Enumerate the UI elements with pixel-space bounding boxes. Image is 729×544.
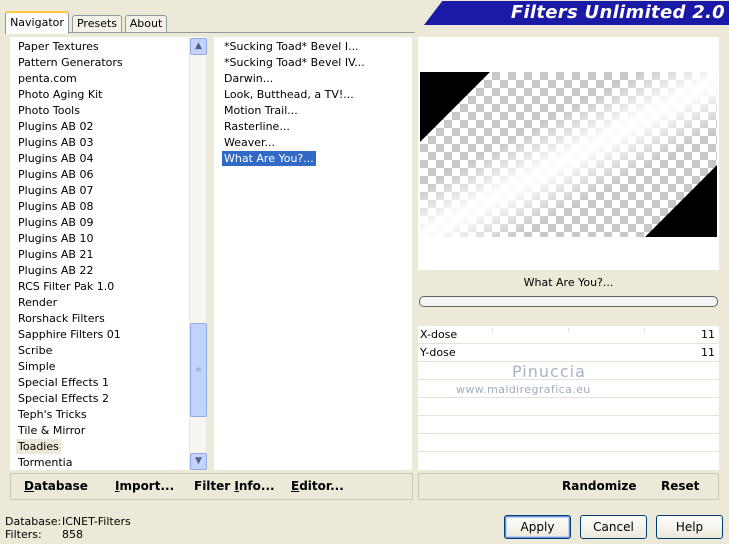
database-button[interactable]: Database: [24, 479, 88, 493]
param-row-x-dose[interactable]: X-dose 11: [418, 326, 719, 344]
filter-item[interactable]: Weaver...: [222, 135, 277, 150]
category-item[interactable]: Plugins AB 02: [16, 119, 95, 134]
param-row-empty: [418, 452, 719, 470]
status-database-value: ICNET-Filters: [62, 515, 131, 528]
category-item[interactable]: Render: [16, 295, 59, 310]
preview-image: [420, 72, 717, 237]
reset-button[interactable]: Reset: [661, 479, 699, 493]
category-item[interactable]: Tormentia: [16, 455, 74, 470]
category-item[interactable]: penta.com: [16, 71, 79, 86]
category-item[interactable]: Paper Textures: [16, 39, 101, 54]
progress-bar: [419, 296, 718, 307]
category-item[interactable]: Plugins AB 04: [16, 151, 95, 166]
category-item[interactable]: Scribe: [16, 343, 54, 358]
category-item[interactable]: Plugins AB 08: [16, 199, 95, 214]
param-value: 11: [701, 328, 715, 341]
help-button[interactable]: Help: [656, 515, 723, 539]
category-item[interactable]: RCS Filter Pak 1.0: [16, 279, 116, 294]
category-item[interactable]: Rorshack Filters: [16, 311, 107, 326]
category-item[interactable]: Teph's Tricks: [16, 407, 89, 422]
scroll-down-button[interactable]: ▼: [190, 453, 207, 470]
status-database-label: Database:: [5, 515, 62, 528]
slider-tick: [644, 328, 645, 332]
category-item[interactable]: Pattern Generators: [16, 55, 125, 70]
param-value: 11: [701, 346, 715, 359]
param-row-empty: [418, 434, 719, 452]
chevron-down-icon: ▼: [195, 456, 202, 466]
slider-tick: [568, 328, 569, 332]
tab-navigator[interactable]: Navigator: [5, 11, 69, 34]
category-item[interactable]: Plugins AB 03: [16, 135, 95, 150]
corner-shape: [420, 72, 490, 142]
editor-button[interactable]: Editor...: [291, 479, 344, 493]
param-name: X-dose: [420, 328, 458, 341]
param-row-y-dose[interactable]: Y-dose 11: [418, 344, 719, 362]
filter-item[interactable]: What Are You?...: [222, 151, 316, 166]
selected-filter-title: What Are You?...: [523, 276, 614, 289]
filter-item[interactable]: Rasterline...: [222, 119, 292, 134]
corner-shape: [645, 165, 717, 237]
category-item[interactable]: Special Effects 2: [16, 391, 111, 406]
category-list[interactable]: Paper Textures Pattern Generators penta.co…: [10, 37, 206, 470]
slider-tick: [492, 328, 493, 332]
category-item[interactable]: Simple: [16, 359, 58, 374]
scroll-up-button[interactable]: ▲: [190, 38, 207, 55]
status-filters-label: Filters:: [5, 528, 42, 541]
param-name: Y-dose: [420, 346, 456, 359]
category-item[interactable]: Plugins AB 21: [16, 247, 95, 262]
app-title: Filters Unlimited 2.0: [510, 2, 725, 23]
cancel-button[interactable]: Cancel: [580, 515, 647, 539]
param-row-empty: [418, 398, 719, 416]
category-item[interactable]: Sapphire Filters 01: [16, 327, 123, 342]
randomize-button[interactable]: Randomize: [562, 479, 636, 493]
category-item[interactable]: Plugins AB 22: [16, 263, 95, 278]
param-row-empty: [418, 416, 719, 434]
filter-item[interactable]: Darwin...: [222, 71, 275, 86]
filter-item[interactable]: Look, Butthead, a TV!...: [222, 87, 356, 102]
filter-item[interactable]: *Sucking Toad* Bevel I...: [222, 39, 361, 54]
status-filters-value: 858: [62, 528, 83, 541]
category-item[interactable]: Special Effects 1: [16, 375, 111, 390]
filter-info-button[interactable]: Filter Info...: [194, 479, 275, 493]
category-item[interactable]: Plugins AB 06: [16, 167, 95, 182]
tab-presets[interactable]: Presets: [72, 15, 122, 33]
filter-item[interactable]: *Sucking Toad* Bevel IV...: [222, 55, 367, 70]
category-item[interactable]: Toadies: [16, 439, 61, 454]
scroll-thumb[interactable]: ≡: [190, 323, 207, 417]
grip-icon: ≡: [195, 365, 202, 374]
filter-item[interactable]: Motion Trail...: [222, 103, 300, 118]
tab-about[interactable]: About: [125, 15, 167, 33]
category-item[interactable]: Photo Tools: [16, 103, 82, 118]
parameter-grid: X-dose 11 Y-dose 11: [418, 326, 719, 470]
chevron-up-icon: ▲: [195, 41, 202, 51]
watermark-url: www.maidiregrafica.eu: [456, 383, 591, 396]
category-item[interactable]: Photo Aging Kit: [16, 87, 104, 102]
category-item[interactable]: Plugins AB 07: [16, 183, 95, 198]
category-item[interactable]: Plugins AB 10: [16, 231, 95, 246]
category-scrollbar[interactable]: ▲ ≡ ▼: [189, 38, 207, 470]
import-button[interactable]: Import...: [115, 479, 174, 493]
category-item[interactable]: Tile & Mirror: [16, 423, 87, 438]
filter-list[interactable]: *Sucking Toad* Bevel I... *Sucking Toad* …: [214, 37, 412, 470]
apply-button[interactable]: Apply: [504, 515, 571, 539]
watermark-name: Pinuccia: [512, 362, 586, 381]
category-item[interactable]: Plugins AB 09: [16, 215, 95, 230]
